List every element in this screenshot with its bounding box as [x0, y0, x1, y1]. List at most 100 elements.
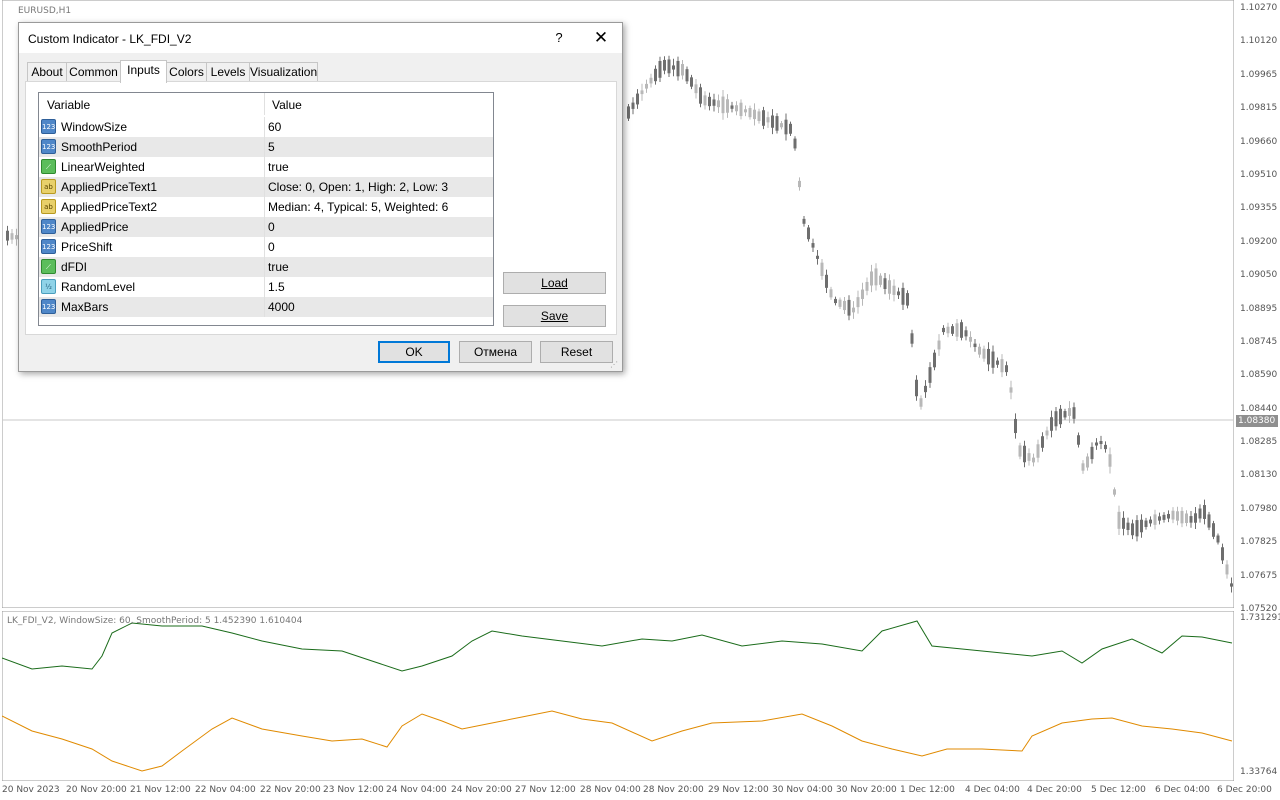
close-button[interactable]: ✕ [592, 29, 610, 47]
candle-body [645, 83, 648, 89]
dialog-titlebar[interactable]: Custom Indicator - LK_FDI_V2 ? ✕ [19, 23, 622, 53]
candle-body [1180, 510, 1184, 524]
string-type-icon: ab [41, 199, 56, 214]
price-label: 1.09660 [1240, 136, 1278, 147]
candle-body [676, 60, 680, 77]
parameter-name: RandomLevel [61, 280, 136, 294]
parameter-value[interactable]: Median: 4, Typical: 5, Weighted: 6 [268, 200, 448, 214]
help-button[interactable]: ? [552, 30, 566, 46]
candle-body [1176, 511, 1179, 521]
candle-body [780, 123, 783, 128]
candle-body [852, 307, 855, 313]
candle-body [712, 99, 716, 106]
parameter-value[interactable]: true [268, 260, 289, 274]
price-label: 1.08285 [1240, 437, 1278, 448]
candle-body [1203, 505, 1206, 519]
parameter-row[interactable]: ⟋ LinearWeighted true [39, 157, 493, 177]
candle-body [1162, 514, 1166, 520]
candle-body [951, 326, 954, 334]
candle-body [829, 289, 833, 298]
parameter-row[interactable]: 123 SmoothPeriod 5 [39, 137, 493, 157]
parameter-value[interactable]: 0 [268, 220, 275, 234]
indicator-chart[interactable] [2, 611, 1234, 781]
candle-body [1041, 436, 1044, 448]
price-label: 1.08440 [1240, 403, 1278, 414]
parameter-row[interactable]: ab AppliedPriceText1 Close: 0, Open: 1, Hi… [39, 177, 493, 197]
parameter-row[interactable]: 123 AppliedPrice 0 [39, 217, 493, 237]
parameter-row[interactable]: 123 MaxBars 4000 [39, 297, 493, 317]
candle-body [865, 281, 869, 291]
cancel-button[interactable]: Отмена [459, 341, 532, 363]
time-label: 6 Dec 20:00 [1217, 785, 1272, 795]
candle-body [798, 180, 801, 188]
time-label: 1 Dec 12:00 [900, 785, 955, 795]
parameter-value[interactable]: 5 [268, 140, 275, 154]
price-label: 1.08895 [1240, 303, 1278, 314]
parameter-value[interactable]: 4000 [268, 300, 295, 314]
parameter-row[interactable]: 123 WindowSize 60 [39, 117, 493, 137]
candle-body [1117, 511, 1121, 529]
header-value[interactable]: Value [272, 93, 302, 115]
parameter-value[interactable]: true [268, 160, 289, 174]
time-label: 20 Nov 20:00 [66, 785, 127, 795]
parameter-row[interactable]: ab AppliedPriceText2 Median: 4, Typical: 5… [39, 197, 493, 217]
tab-colors[interactable]: Colors [166, 62, 207, 82]
parameter-row[interactable]: ½ RandomLevel 1.5 [39, 277, 493, 297]
price-label: 1.09510 [1240, 169, 1278, 180]
candle-body [928, 367, 932, 383]
candle-body [843, 300, 846, 311]
candle-body [1212, 523, 1215, 537]
candle-body [636, 93, 639, 105]
candle-body [906, 293, 909, 306]
inputs-panel: Variable Value 123 WindowSize 60 123 SmoothP… [25, 81, 617, 335]
resize-grip-icon[interactable]: ⋰ [610, 360, 618, 369]
candle-body [1230, 583, 1233, 587]
load-button-label: Load [541, 276, 568, 290]
integer-type-icon: 123 [41, 239, 56, 254]
parameter-value[interactable]: 1.5 [268, 280, 285, 294]
reset-button[interactable]: Reset [540, 341, 613, 363]
tab-visualization[interactable]: Visualization [249, 62, 318, 82]
time-label: 22 Nov 20:00 [260, 785, 321, 795]
tab-inputs[interactable]: Inputs [120, 60, 167, 83]
candle-body [726, 99, 729, 113]
candle-body [663, 59, 666, 71]
candle-body [807, 227, 810, 240]
tab-common[interactable]: Common [66, 62, 121, 82]
candle-body [699, 87, 702, 104]
candle-body [762, 110, 765, 126]
parameter-value[interactable]: 60 [268, 120, 281, 134]
parameter-value[interactable]: Close: 0, Open: 1, High: 2, Low: 3 [268, 180, 448, 194]
parameter-row[interactable]: ⟋ dFDI true [39, 257, 493, 277]
load-button[interactable]: Load [503, 272, 606, 294]
price-label: 1.07825 [1240, 537, 1278, 548]
time-label: 29 Nov 12:00 [708, 785, 769, 795]
price-label: 1.09200 [1240, 236, 1278, 247]
candle-body [1131, 523, 1134, 536]
candle-body [1072, 407, 1076, 419]
price-label: 1.07980 [1240, 503, 1278, 514]
candle-body [744, 109, 747, 113]
header-variable[interactable]: Variable [47, 93, 90, 115]
candle-body [915, 379, 918, 397]
time-label: 22 Nov 04:00 [195, 785, 256, 795]
candle-body [870, 271, 873, 286]
parameter-name: SmoothPeriod [61, 140, 138, 154]
tab-about[interactable]: About [27, 62, 67, 82]
candle-body [1122, 517, 1125, 529]
parameter-value[interactable]: 0 [268, 240, 275, 254]
tab-levels[interactable]: Levels [206, 62, 250, 82]
ok-button[interactable]: OK [378, 341, 450, 363]
parameters-table[interactable]: Variable Value 123 WindowSize 60 123 SmoothP… [38, 92, 494, 326]
candle-body [1099, 440, 1103, 445]
price-label: 1.08745 [1240, 336, 1278, 347]
candle-body [1054, 411, 1058, 427]
parameter-row[interactable]: 123 PriceShift 0 [39, 237, 493, 257]
time-label: 20 Nov 2023 [2, 785, 60, 795]
candle-body [735, 105, 738, 112]
boolean-type-icon: ⟋ [41, 159, 56, 174]
candle-body [1050, 417, 1053, 431]
candle-body [1158, 516, 1161, 521]
save-button[interactable]: Save [503, 305, 606, 327]
candle-body [1153, 514, 1157, 525]
